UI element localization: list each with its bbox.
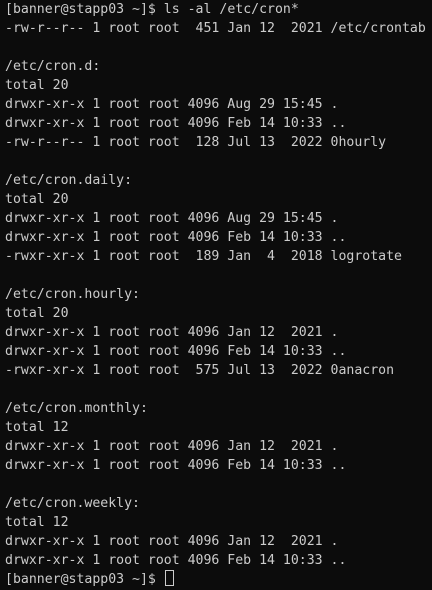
output-line: -rwxr-xr-x 1 root root 575 Jul 13 2022 0…	[5, 363, 395, 378]
output-line: /etc/cron.monthly:	[5, 401, 148, 416]
output-line: total 12	[5, 515, 69, 530]
terminal-window[interactable]: [banner@stapp03 ~]$ ls -al /etc/cron* -r…	[0, 0, 432, 590]
output-line: drwxr-xr-x 1 root root 4096 Feb 14 10:33…	[5, 553, 347, 568]
output-line: drwxr-xr-x 1 root root 4096 Feb 14 10:33…	[5, 116, 347, 131]
output-line: drwxr-xr-x 1 root root 4096 Feb 14 10:33…	[5, 344, 347, 359]
output-line: drwxr-xr-x 1 root root 4096 Feb 14 10:33…	[5, 458, 347, 473]
command-text: ls -al /etc/cron*	[163, 2, 299, 17]
output-line: total 12	[5, 420, 69, 435]
output-line: drwxr-xr-x 1 root root 4096 Jan 12 2021 …	[5, 325, 339, 340]
output-line: total 20	[5, 306, 69, 321]
output-line: drwxr-xr-x 1 root root 4096 Feb 14 10:33…	[5, 230, 347, 245]
output-line: -rw-r--r-- 1 root root 128 Jul 13 2022 0…	[5, 135, 387, 150]
output-line: total 20	[5, 78, 69, 93]
output-line: drwxr-xr-x 1 root root 4096 Aug 29 15:45…	[5, 97, 339, 112]
output-line: /etc/cron.daily:	[5, 173, 133, 188]
prompt: [banner@stapp03 ~]$	[5, 2, 164, 17]
input-line[interactable]: [banner@stapp03 ~]$	[5, 570, 174, 589]
prompt: [banner@stapp03 ~]$	[5, 572, 164, 587]
output-line: /etc/cron.d:	[5, 59, 101, 74]
command-line: [banner@stapp03 ~]$ ls -al /etc/cron*	[5, 0, 299, 19]
output-line: /etc/cron.weekly:	[5, 496, 140, 511]
output-line: drwxr-xr-x 1 root root 4096 Jan 12 2021 …	[5, 534, 339, 549]
output-line: total 20	[5, 192, 69, 207]
output-line: -rwxr-xr-x 1 root root 189 Jan 4 2018 lo…	[5, 249, 402, 264]
output-line: -rw-r--r-- 1 root root 451 Jan 12 2021 /…	[5, 21, 426, 36]
output-line: drwxr-xr-x 1 root root 4096 Aug 29 15:45…	[5, 211, 339, 226]
cursor-block[interactable]	[164, 570, 174, 586]
output-line: /etc/cron.hourly:	[5, 287, 140, 302]
output-line: drwxr-xr-x 1 root root 4096 Jan 12 2021 …	[5, 439, 339, 454]
